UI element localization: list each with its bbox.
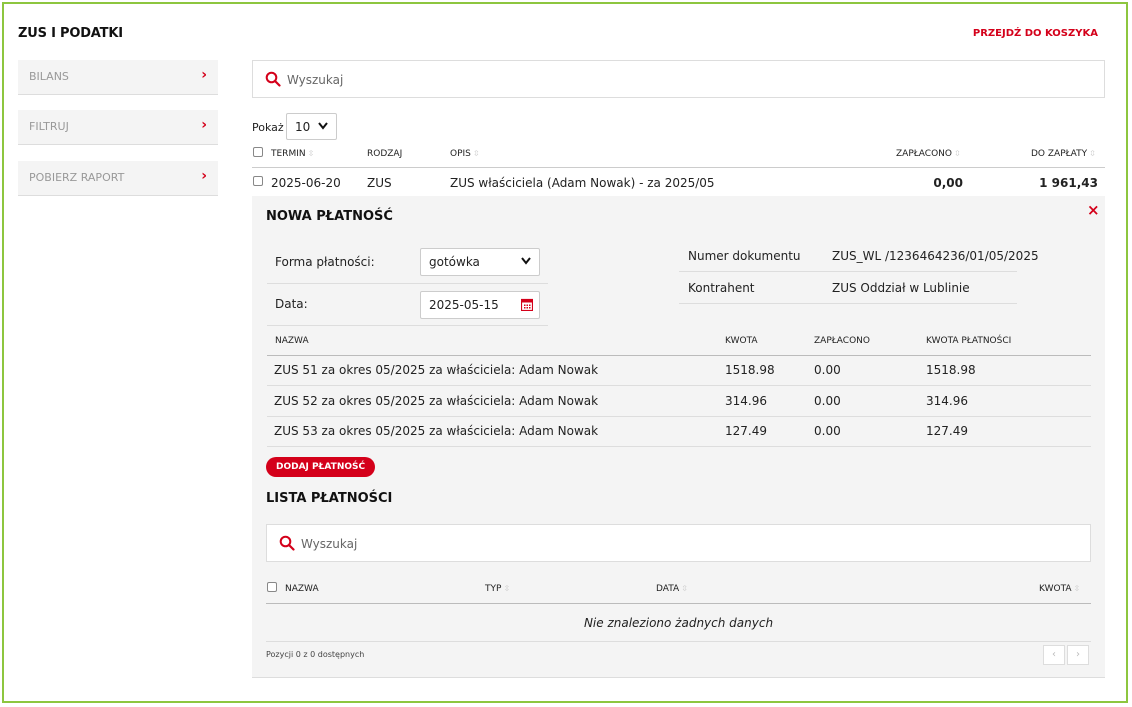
- sidebar-item-label: BILANS: [29, 70, 69, 83]
- item-zaplacono: 0.00: [814, 424, 841, 438]
- divider: [267, 325, 548, 326]
- row-do-zaplaty: 1 961,43: [1039, 176, 1098, 190]
- row-opis: ZUS właściciela (Adam Nowak) - za 2025/0…: [450, 176, 715, 190]
- select-all-checkbox[interactable]: [253, 147, 263, 157]
- search-input[interactable]: Wyszukaj: [252, 60, 1105, 98]
- items-header-kwota: KWOTA: [725, 336, 758, 346]
- payments-search-input[interactable]: Wyszukaj: [266, 524, 1091, 562]
- document-number-label: Numer dokumentu: [688, 249, 801, 263]
- payment-form-select[interactable]: gotówka: [420, 248, 540, 276]
- header-termin[interactable]: TERMIN ⇳: [271, 149, 314, 159]
- row-rodzaj: ZUS: [367, 176, 392, 190]
- divider: [267, 446, 1091, 447]
- payment-form-value: gotówka: [429, 255, 480, 269]
- row-termin: 2025-06-20: [271, 176, 341, 190]
- item-nazwa: ZUS 52 za okres 05/2025 za właściciela: …: [274, 394, 599, 408]
- empty-state-message: Nie znaleziono żadnych danych: [583, 616, 774, 630]
- search-placeholder: Wyszukaj: [287, 73, 344, 87]
- header-rodzaj: RODZAJ: [367, 149, 403, 159]
- header-do-zaplaty[interactable]: DO ZAPŁATY ⇳: [1031, 149, 1096, 159]
- divider: [252, 167, 1105, 168]
- date-input[interactable]: 2025-05-15: [420, 291, 540, 319]
- chevron-down-icon: [318, 122, 328, 130]
- divider: [266, 603, 1091, 604]
- list-header-data[interactable]: DATA ⇳: [656, 584, 688, 594]
- list-header-nazwa: NAZWA: [285, 584, 319, 594]
- item-kwota: 127.49: [725, 424, 767, 438]
- new-payment-title: NOWA PŁATNOŚĆ: [266, 209, 393, 224]
- select-all-checkbox[interactable]: [267, 582, 277, 592]
- items-header-zaplacono: ZAPŁACONO: [814, 336, 870, 346]
- chevron-down-icon: [521, 257, 531, 265]
- date-value: 2025-05-15: [429, 298, 499, 312]
- page-title: ZUS I PODATKI: [18, 26, 123, 41]
- item-kwota-platnosci[interactable]: 127.49: [926, 424, 968, 438]
- chevron-right-icon: ›: [201, 117, 207, 133]
- sidebar-item-bilans[interactable]: BILANS ›: [18, 60, 218, 95]
- item-nazwa: ZUS 51 za okres 05/2025 za właściciela: …: [274, 363, 599, 377]
- header-zaplacono[interactable]: ZAPŁACONO ⇳: [896, 149, 961, 159]
- divider: [679, 271, 1017, 272]
- items-header-nazwa: NAZWA: [275, 336, 309, 346]
- divider: [267, 416, 1091, 417]
- item-kwota-platnosci[interactable]: 1518.98: [926, 363, 976, 377]
- item-zaplacono: 0.00: [814, 363, 841, 377]
- item-kwota: 1518.98: [725, 363, 775, 377]
- page-size-select[interactable]: 10: [286, 113, 337, 140]
- sidebar-item-pobierz-raport[interactable]: POBIERZ RAPORT ›: [18, 161, 218, 196]
- payment-form-label: Forma płatności:: [275, 255, 375, 269]
- divider: [266, 641, 1091, 642]
- go-to-cart-link[interactable]: PRZEJDŹ DO KOSZYKA: [973, 28, 1098, 39]
- contractor-label: Kontrahent: [688, 281, 755, 295]
- divider: [267, 385, 1091, 386]
- document-number-value: ZUS_WL /1236464236/01/05/2025: [832, 249, 1039, 263]
- pagination-info: Pozycji 0 z 0 dostępnych: [266, 650, 365, 659]
- calendar-icon[interactable]: [521, 298, 533, 311]
- item-zaplacono: 0.00: [814, 394, 841, 408]
- date-label: Data:: [275, 297, 308, 311]
- divider: [267, 283, 548, 284]
- search-placeholder: Wyszukaj: [301, 537, 358, 551]
- item-nazwa: ZUS 53 za okres 05/2025 za właściciela: …: [274, 424, 599, 438]
- sidebar-item-label: POBIERZ RAPORT: [29, 171, 125, 184]
- payments-list-title: LISTA PŁATNOŚCI: [266, 491, 393, 506]
- page-size-value: 10: [295, 120, 311, 134]
- next-page-button[interactable]: ›: [1067, 645, 1089, 665]
- chevron-right-icon: ›: [201, 67, 207, 83]
- divider: [267, 355, 1091, 356]
- sidebar-item-filtruj[interactable]: FILTRUJ ›: [18, 110, 218, 145]
- add-payment-button[interactable]: DODAJ PŁATNOŚĆ: [266, 457, 376, 477]
- list-header-kwota[interactable]: KWOTA ⇳: [1039, 584, 1080, 594]
- close-icon[interactable]: ×: [1087, 201, 1100, 219]
- show-label: Pokaż: [252, 121, 284, 134]
- divider: [679, 303, 1017, 304]
- prev-page-button[interactable]: ‹: [1043, 645, 1065, 665]
- contractor-value: ZUS Oddział w Lublinie: [832, 281, 970, 295]
- row-checkbox[interactable]: [253, 176, 263, 186]
- header-opis[interactable]: OPIS ⇳: [450, 149, 480, 159]
- search-icon: [279, 535, 295, 551]
- item-kwota: 314.96: [725, 394, 767, 408]
- chevron-right-icon: ›: [201, 168, 207, 184]
- item-kwota-platnosci[interactable]: 314.96: [926, 394, 968, 408]
- list-header-typ[interactable]: TYP ⇳: [485, 584, 510, 594]
- sidebar-item-label: FILTRUJ: [29, 120, 69, 133]
- search-icon: [265, 71, 281, 87]
- row-zaplacono: 0,00: [933, 176, 963, 190]
- items-header-kwota-platnosci: KWOTA PŁATNOŚCI: [926, 336, 1012, 346]
